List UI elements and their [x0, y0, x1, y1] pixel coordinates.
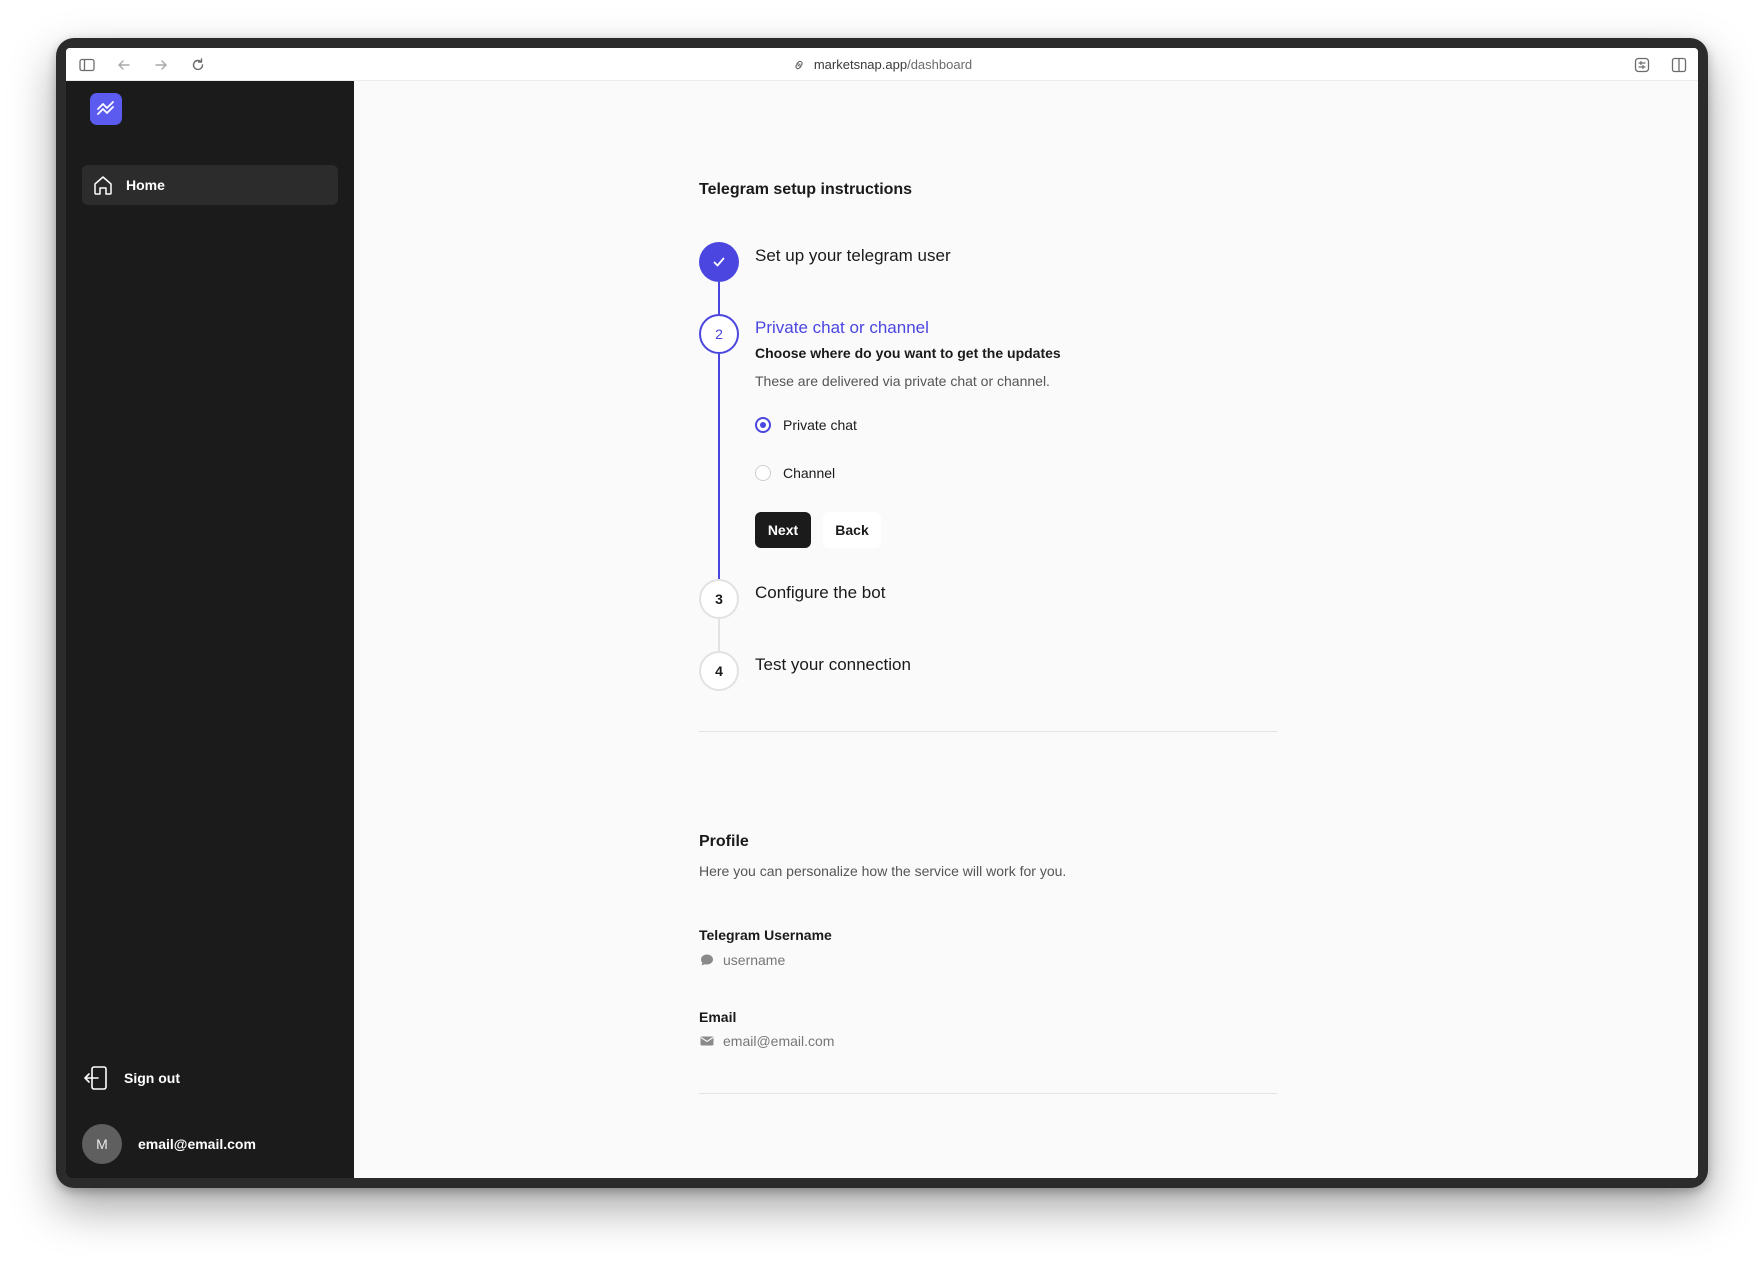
step-4-title: Test your connection [755, 655, 911, 674]
main-content: Telegram setup instructions Set up your … [354, 81, 1698, 1178]
app-logo[interactable] [90, 93, 122, 125]
avatar: M [82, 1124, 122, 1164]
split-view-icon[interactable] [1670, 56, 1688, 74]
telegram-username-field[interactable]: username [699, 952, 785, 968]
user-email: email@email.com [138, 1136, 256, 1152]
step-connector [718, 282, 720, 314]
setup-title: Telegram setup instructions [699, 181, 913, 198]
telegram-username-label: Telegram Username [699, 927, 832, 943]
profile-title: Profile [699, 833, 749, 850]
section-divider [699, 1093, 1277, 1094]
radio-label: Channel [783, 465, 836, 481]
link-icon [795, 60, 803, 69]
step-4-indicator: 4 [699, 651, 739, 691]
user-profile[interactable]: M email@email.com [82, 1124, 256, 1164]
radio-label: Private chat [783, 417, 857, 433]
telegram-username-value: username [723, 952, 786, 968]
step-connector [718, 619, 720, 651]
radio-button[interactable] [755, 417, 771, 433]
email-value: email@email.com [723, 1033, 835, 1049]
mail-icon [700, 1036, 714, 1046]
signout-label: Sign out [124, 1070, 180, 1086]
sidebar: Home Sign out M email@email.com [66, 81, 354, 1178]
step-1-title[interactable]: Set up your telegram user [755, 246, 951, 266]
back-button[interactable]: Back [823, 512, 881, 548]
email-label: Email [699, 1009, 737, 1025]
browser-window: marketsnap.app/dashboard Home Sign out M [56, 38, 1708, 1188]
radio-option-private-chat[interactable]: Private chat [755, 417, 857, 433]
browser-toolbar: marketsnap.app/dashboard [66, 48, 1698, 81]
url-host: marketsnap.app [813, 57, 908, 72]
browser-viewport: marketsnap.app/dashboard Home Sign out M [66, 48, 1698, 1178]
logout-icon [84, 1066, 107, 1090]
sidebar-item-label: Home [126, 177, 165, 193]
section-divider [699, 731, 1277, 732]
chart-trend-icon [97, 101, 114, 115]
signout-button[interactable]: Sign out [82, 1064, 180, 1092]
step-3-indicator: 3 [699, 579, 739, 619]
step-2-title: Private chat or channel [755, 318, 929, 337]
checkmark-icon [713, 257, 725, 267]
step-heading: Choose where do you want to get the upda… [755, 345, 1061, 361]
step-description: These are delivered via private chat or … [755, 373, 1050, 389]
url-path: /dashboard [907, 57, 973, 72]
sidebar-item-home[interactable]: Home [82, 165, 338, 205]
address-bar[interactable]: marketsnap.app/dashboard [66, 48, 1698, 81]
step-connector [718, 354, 720, 579]
chat-bubble-icon [701, 954, 713, 966]
profile-description: Here you can personalize how the service… [699, 863, 1067, 879]
radio-button[interactable] [755, 465, 771, 481]
radio-option-channel[interactable]: Channel [755, 465, 835, 481]
home-icon [94, 176, 112, 195]
extension-icon[interactable] [1633, 56, 1651, 74]
step-2-indicator: 2 [699, 314, 739, 354]
email-field[interactable]: email@email.com [699, 1033, 834, 1049]
step-3-title: Configure the bot [755, 583, 886, 602]
step-1-indicator [699, 242, 739, 282]
next-button[interactable]: Next [755, 512, 811, 548]
